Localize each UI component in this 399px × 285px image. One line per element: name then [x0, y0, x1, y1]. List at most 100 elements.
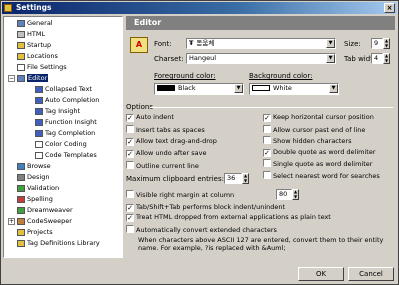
- auto-completion-icon: [35, 96, 43, 104]
- tree-item-spelling[interactable]: Spelling: [17, 195, 53, 204]
- tree-item-design[interactable]: Design: [17, 173, 49, 182]
- chevron-down-icon[interactable]: ▼: [234, 84, 243, 93]
- tree-item-label: Browse: [27, 162, 51, 170]
- tree-item-dreamweaver[interactable]: Dreamweaver: [17, 206, 73, 215]
- settings-tree[interactable]: General HTML Startup Locations File Settings…: [3, 16, 123, 258]
- checkbox[interactable]: ✓: [126, 150, 134, 158]
- chevron-down-icon[interactable]: ▼: [326, 54, 335, 63]
- right-margin-checkbox[interactable]: Visible right margin at column: [126, 190, 234, 199]
- tree-item-validation[interactable]: Validation: [17, 184, 59, 193]
- tree-item-auto-completion[interactable]: Auto Completion: [35, 96, 99, 105]
- right-margin-spinner[interactable]: ▲ ▼: [292, 189, 299, 200]
- tree-item-general[interactable]: General: [17, 19, 53, 28]
- collapse-icon[interactable]: −: [8, 75, 15, 82]
- color-coding-icon: [35, 140, 43, 148]
- spelling-icon: [17, 195, 25, 203]
- checkbox[interactable]: ✓: [126, 204, 134, 212]
- option-checkbox-allow-undo-after-save[interactable]: ✓ Allow undo after save: [126, 149, 206, 158]
- tree-item-function-insight[interactable]: Function Insight: [35, 118, 97, 127]
- checkbox[interactable]: ✓: [263, 114, 271, 122]
- tree-item-startup[interactable]: Startup: [17, 41, 51, 50]
- checkbox[interactable]: [263, 159, 271, 167]
- foreground-color-label: Foreground color:: [154, 72, 216, 80]
- tree-item-color-coding[interactable]: Color Coding: [35, 140, 87, 149]
- tree-item-label: Color Coding: [45, 140, 87, 148]
- collapsed-text-icon: [35, 85, 43, 93]
- checkbox[interactable]: [263, 136, 271, 144]
- tree-item-editor[interactable]: Editor −: [8, 74, 49, 83]
- tag-insight-icon: [35, 107, 43, 115]
- font-label: Font:: [154, 40, 172, 48]
- checkbox[interactable]: ✓: [263, 148, 271, 157]
- clipboard-entries-spinner[interactable]: ▲ ▼: [242, 173, 249, 184]
- html-icon: [17, 30, 25, 38]
- tree-item-tag-completion[interactable]: Tag Completion: [35, 129, 95, 138]
- function-insight-icon: [35, 118, 43, 126]
- close-icon[interactable]: ×: [384, 3, 395, 13]
- expand-icon[interactable]: +: [8, 218, 15, 225]
- option-checkbox-select-nearest-word-for-searches[interactable]: Select nearest word for searches: [263, 170, 380, 180]
- checkbox[interactable]: [126, 161, 134, 169]
- tree-item-file-settings[interactable]: File Settings: [17, 63, 67, 72]
- checkbox[interactable]: [263, 124, 271, 133]
- foreground-color-select[interactable]: Black ▼: [154, 83, 244, 95]
- chevron-down-icon[interactable]: ▼: [326, 39, 335, 48]
- cancel-button[interactable]: Cancel: [348, 267, 394, 281]
- tree-item-codesweeper[interactable]: CodeSweeper +: [8, 217, 72, 226]
- size-label: Size:: [344, 40, 361, 48]
- tree-item-tag-insight[interactable]: Tag Insight: [35, 107, 80, 116]
- tab-width-input[interactable]: 4: [371, 53, 383, 64]
- option-checkbox-show-hidden-characters[interactable]: Show hidden characters: [263, 136, 351, 145]
- option-checkbox-keep-horizontal-cursor-position[interactable]: ✓ Keep horizontal cursor position: [263, 113, 374, 122]
- tree-item-label: Editor: [27, 74, 49, 82]
- option-checkbox-insert-tabs-as-spaces[interactable]: Insert tabs as spaces: [126, 125, 205, 134]
- option-checkbox-allow-text-drag-and-drop[interactable]: ✓ Allow text drag-and-drop: [126, 137, 217, 146]
- tab-indent-label: Tab/Shift+Tab performs block indent/unin…: [136, 203, 286, 211]
- charset-select[interactable]: Hangeul ▼: [186, 53, 336, 64]
- tree-item-code-templates[interactable]: Code Templates: [35, 151, 97, 160]
- option-checkbox-double-quote-as-word-delimiter[interactable]: ✓ Double quote as word delimiter: [263, 148, 376, 157]
- code-templates-icon: [35, 151, 43, 159]
- checkbox[interactable]: [126, 125, 134, 133]
- option-checkbox-single-quote-as-word-delimiter[interactable]: Single quote as word delimiter: [263, 159, 372, 168]
- checkbox[interactable]: ✓: [126, 114, 134, 122]
- checkbox[interactable]: ✓: [126, 214, 134, 222]
- auto-convert-checkbox[interactable]: Automatically convert extended character…: [126, 225, 277, 234]
- background-color-select[interactable]: White ▼: [249, 83, 339, 95]
- general-icon: [17, 19, 25, 27]
- startup-icon: [17, 41, 25, 49]
- option-checkbox-allow-cursor-past-end-of-line[interactable]: Allow cursor past end of line: [263, 124, 365, 134]
- truetype-icon: Ŧ: [189, 39, 194, 47]
- tree-item-browse[interactable]: Browse: [17, 162, 51, 171]
- chevron-down-icon[interactable]: ▼: [329, 84, 338, 93]
- tab-width-spinner[interactable]: ▲ ▼: [383, 53, 390, 64]
- size-input[interactable]: 9: [371, 38, 383, 49]
- treat-html-checkbox[interactable]: ✓ Treat HTML dropped from external applic…: [126, 213, 331, 222]
- tree-item-label: General: [27, 19, 53, 27]
- tree-item-label: Dreamweaver: [27, 206, 73, 214]
- option-label: Keep horizontal cursor position: [273, 113, 374, 121]
- font-select[interactable]: Ŧ 돋움체 ▼: [186, 38, 336, 49]
- tree-item-collapsed-text[interactable]: Collapsed Text: [35, 85, 92, 94]
- checkbox[interactable]: [263, 170, 271, 179]
- options-group-label: Options: [126, 103, 154, 111]
- tree-item-projects[interactable]: Projects: [17, 228, 53, 237]
- tree-item-label: Tag Definitions Library: [27, 239, 100, 247]
- tree-item-locations[interactable]: Locations: [17, 52, 58, 61]
- tab-indent-checkbox[interactable]: ✓ Tab/Shift+Tab performs block indent/uni…: [126, 203, 285, 212]
- clipboard-entries-input[interactable]: 36: [224, 173, 242, 184]
- editor-icon: [17, 74, 25, 82]
- right-margin-input[interactable]: 80: [276, 189, 292, 200]
- option-label: Allow undo after save: [136, 149, 207, 157]
- option-checkbox-auto-indent[interactable]: ✓ Auto indent: [126, 113, 174, 122]
- checkbox[interactable]: [126, 225, 134, 233]
- options-divider: [150, 107, 393, 108]
- checkbox[interactable]: [126, 190, 134, 198]
- option-label: Auto indent: [136, 113, 174, 121]
- size-spinner[interactable]: ▲ ▼: [383, 38, 390, 49]
- checkbox[interactable]: ✓: [126, 138, 134, 146]
- ok-button[interactable]: OK: [298, 267, 344, 281]
- tree-item-html[interactable]: HTML: [17, 30, 45, 39]
- tree-item-tag-definitions-library[interactable]: Tag Definitions Library: [17, 239, 100, 248]
- option-checkbox-outline-current-line[interactable]: Outline current line: [126, 161, 199, 170]
